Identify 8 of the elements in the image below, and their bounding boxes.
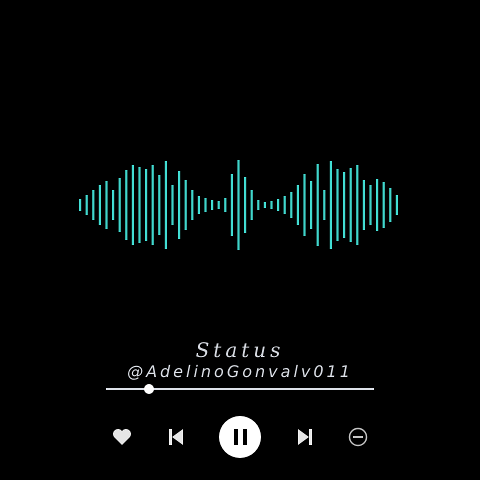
- heart-icon[interactable]: [112, 428, 132, 446]
- skip-forward-icon[interactable]: [296, 428, 312, 446]
- remove-icon[interactable]: [348, 427, 368, 447]
- progress-thumb[interactable]: [144, 384, 154, 394]
- track-title: Status: [196, 338, 284, 362]
- skip-back-icon[interactable]: [168, 428, 184, 446]
- artist-name: @AdelinoGonvalv011: [127, 362, 353, 382]
- pause-button[interactable]: [219, 416, 261, 458]
